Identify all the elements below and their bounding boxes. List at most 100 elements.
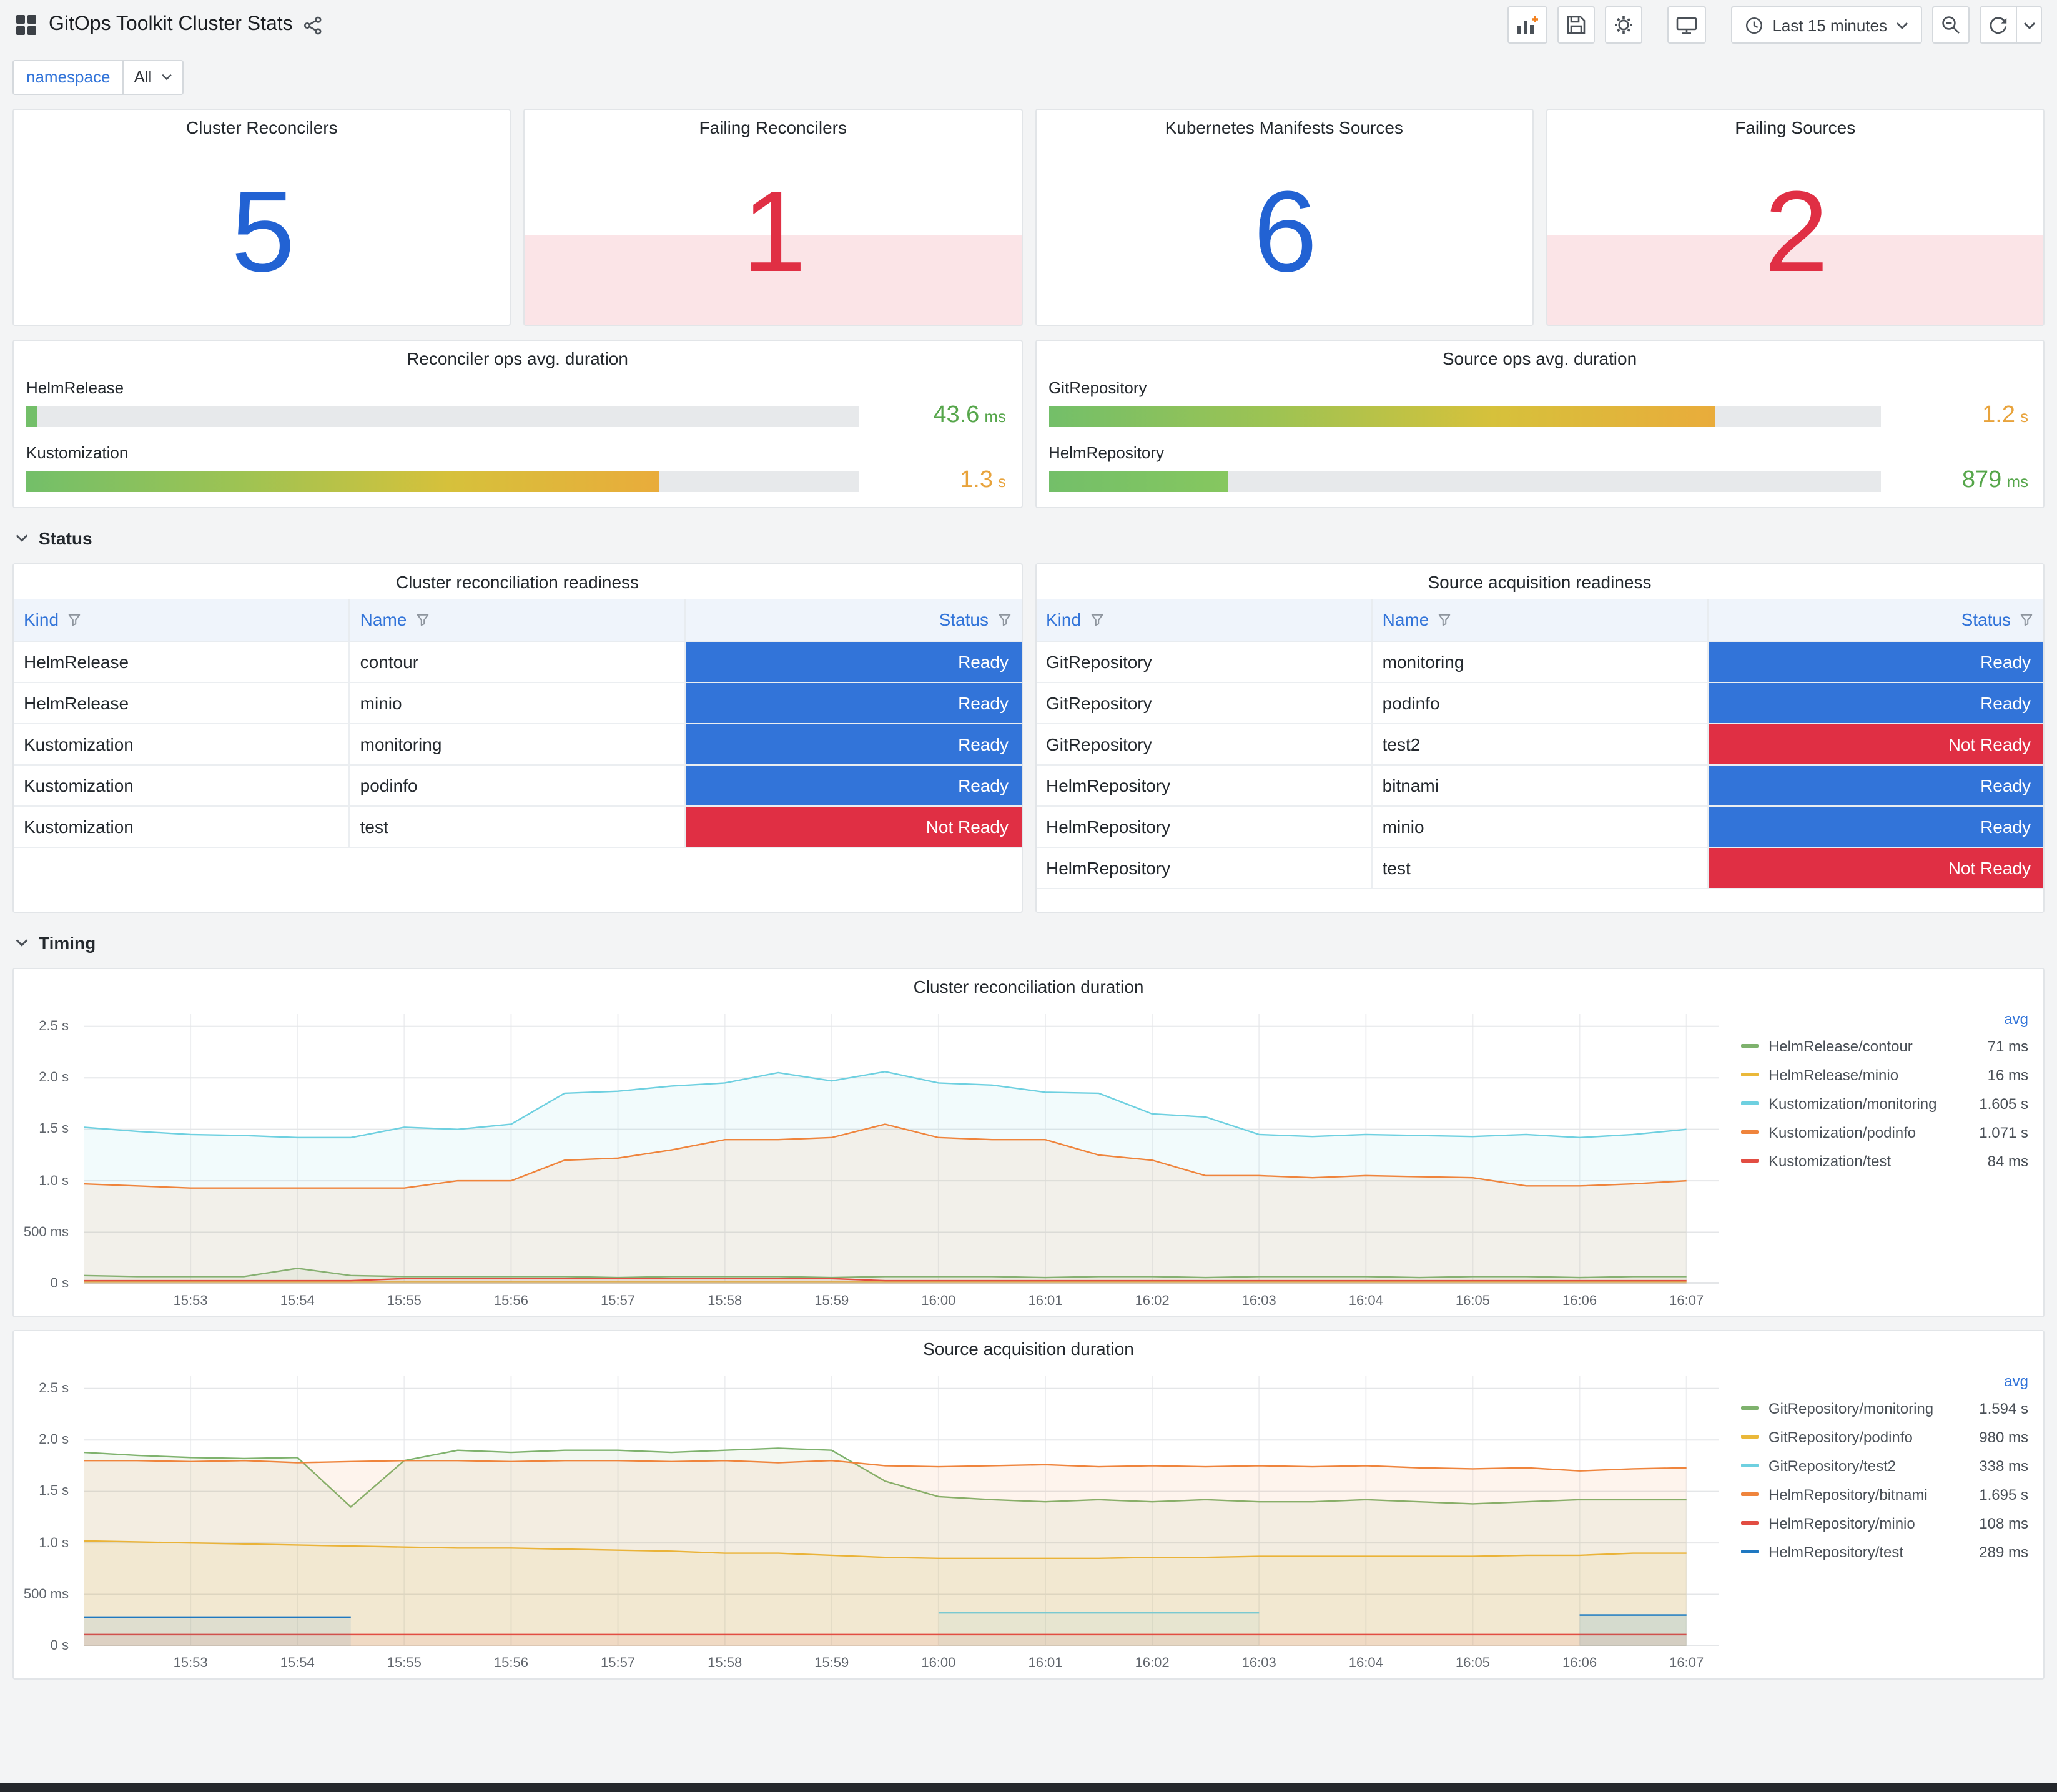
column-header-name[interactable]: Name <box>348 599 686 641</box>
cell-kind: HelmRelease <box>14 641 350 682</box>
tv-mode-button[interactable] <box>1667 6 1707 44</box>
series-color-swatch <box>1741 1406 1759 1410</box>
x-axis-label: 16:01 <box>1028 1294 1063 1309</box>
series-avg-value: 84 ms <box>1987 1152 2028 1169</box>
chevron-down-icon <box>16 534 28 542</box>
x-axis-label: 15:54 <box>280 1294 315 1309</box>
y-axis: 0 s 500 ms 1.0 s 1.5 s 2.0 s 2.5 s <box>19 1014 79 1291</box>
table-header-row: Kind Name Status <box>14 599 1021 641</box>
refresh-interval-dropdown[interactable] <box>2017 6 2042 44</box>
series-name: Kustomization/monitoring <box>1768 1095 1937 1112</box>
plot-area[interactable] <box>83 1376 1719 1646</box>
time-range-picker[interactable]: Last 15 minutes <box>1731 6 1922 44</box>
cell-kind: Kustomization <box>14 805 350 847</box>
legend-item[interactable]: HelmRepository/test 289 ms <box>1741 1537 2028 1566</box>
filter-icon[interactable] <box>67 613 81 627</box>
variable-label-namespace[interactable]: namespace <box>12 60 124 95</box>
cell-kind: HelmRepository <box>1036 764 1373 806</box>
monitor-icon <box>1677 16 1697 34</box>
section-header-timing[interactable]: Timing <box>15 929 2042 957</box>
legend-item[interactable]: Kustomization/podinfo 1.071 s <box>1741 1118 2028 1146</box>
gauge-value: 879 ms <box>1961 467 2028 493</box>
legend-item[interactable]: HelmRelease/minio 16 ms <box>1741 1060 2028 1089</box>
legend-item[interactable]: Kustomization/monitoring 1.605 s <box>1741 1089 2028 1118</box>
series-avg-value: 980 ms <box>1979 1428 2028 1445</box>
stat-panel-failing-reconcilers: Failing Reconcilers 1 <box>523 109 1022 326</box>
add-panel-button[interactable] <box>1507 6 1548 44</box>
column-header-name[interactable]: Name <box>1371 599 1709 641</box>
legend-item[interactable]: Kustomization/test 84 ms <box>1741 1146 2028 1175</box>
filter-icon[interactable] <box>2020 613 2033 627</box>
series-color-swatch <box>1741 1521 1759 1525</box>
plot-canvas[interactable] <box>83 1014 1719 1284</box>
x-axis-label: 16:01 <box>1028 1656 1063 1671</box>
cell-name: bitnami <box>1371 764 1709 806</box>
panel-title[interactable]: Source acquisition duration <box>14 1331 2043 1366</box>
x-axis-label: 15:53 <box>173 1294 208 1309</box>
column-header-kind[interactable]: Kind <box>1036 599 1373 641</box>
zoom-out-button[interactable] <box>1932 6 1970 44</box>
section-label: Timing <box>39 933 96 953</box>
gauge-label: HelmRelease <box>26 378 124 397</box>
x-axis: 15:53 15:54 15:55 15:56 15:57 15:58 15:59 16:00… <box>84 1289 1719 1311</box>
bottom-strip <box>0 1783 2057 1792</box>
save-dashboard-button[interactable] <box>1557 6 1596 44</box>
series-name: HelmRelease/minio <box>1768 1066 1899 1083</box>
column-header-status[interactable]: Status <box>684 599 1021 641</box>
variable-value-dropdown[interactable]: All <box>124 60 184 95</box>
share-icon[interactable] <box>304 16 323 34</box>
panel-title[interactable]: Source ops avg. duration <box>1036 341 2043 376</box>
series-name: HelmRepository/test <box>1768 1543 1904 1560</box>
clock-icon <box>1746 16 1763 34</box>
panel-title[interactable]: Cluster reconciliation readiness <box>14 564 1021 599</box>
legend-item[interactable]: GitRepository/podinfo 980 ms <box>1741 1422 2028 1451</box>
x-axis-label: 15:58 <box>708 1656 742 1671</box>
plot-canvas[interactable] <box>83 1376 1719 1646</box>
column-header-status[interactable]: Status <box>1707 599 2043 641</box>
dashboard-settings-button[interactable] <box>1605 6 1643 44</box>
x-axis-label: 15:55 <box>387 1656 422 1671</box>
legend-item[interactable]: HelmRepository/bitnami 1.695 s <box>1741 1480 2028 1509</box>
dashboard-grid-icon[interactable] <box>15 14 37 36</box>
x-axis-label: 16:05 <box>1455 1294 1490 1309</box>
series-name: GitRepository/test2 <box>1768 1457 1897 1474</box>
panel-title[interactable]: Source acquisition readiness <box>1036 564 2043 599</box>
gauge-label: HelmRepository <box>1048 443 1164 462</box>
legend-item[interactable]: HelmRepository/minio 108 ms <box>1741 1509 2028 1537</box>
x-axis-label: 16:02 <box>1135 1656 1170 1671</box>
refresh-button[interactable] <box>1980 6 2017 44</box>
panel-title[interactable]: Reconciler ops avg. duration <box>14 341 1021 376</box>
legend-avg-header[interactable]: avg <box>1741 1369 2028 1394</box>
column-header-kind[interactable]: Kind <box>14 599 350 641</box>
status-badge: Ready <box>684 682 1021 724</box>
filter-icon[interactable] <box>1438 613 1451 627</box>
section-header-status[interactable]: Status <box>15 524 2042 552</box>
filter-icon[interactable] <box>997 613 1011 627</box>
series-color-swatch <box>1741 1044 1759 1048</box>
legend-item[interactable]: HelmRelease/contour 71 ms <box>1741 1031 2028 1060</box>
stat-value: 5 <box>231 168 295 295</box>
y-axis-label: 500 ms <box>23 1587 69 1602</box>
filter-icon[interactable] <box>1090 613 1103 627</box>
plot-area[interactable] <box>83 1014 1719 1284</box>
cell-kind: GitRepository <box>1036 723 1373 765</box>
x-axis-label: 15:59 <box>814 1656 849 1671</box>
table-row: HelmRelease minio Ready <box>14 682 1021 724</box>
table-row: GitRepository podinfo Ready <box>1036 682 2043 724</box>
legend-item[interactable]: GitRepository/monitoring 1.594 s <box>1741 1394 2028 1422</box>
panel-title[interactable]: Cluster reconciliation duration <box>14 969 2043 1004</box>
stat-value: 6 <box>1253 168 1317 295</box>
y-axis-label: 1.0 s <box>39 1173 69 1189</box>
cell-name: podinfo <box>1371 682 1709 724</box>
section-label: Status <box>39 528 92 548</box>
legend-avg-header[interactable]: avg <box>1741 1007 2028 1031</box>
legend-item[interactable]: GitRepository/test2 338 ms <box>1741 1451 2028 1480</box>
series-avg-value: 338 ms <box>1979 1457 2028 1474</box>
legend: avg HelmRelease/contour 71 ms HelmRelease/… <box>1724 1007 2036 1311</box>
cell-name: monitoring <box>348 723 686 765</box>
chevron-down-icon <box>161 74 172 81</box>
gauge-fill <box>1048 405 1715 426</box>
tables-row: Cluster reconciliation readiness Kind Nam… <box>12 563 2045 913</box>
filter-icon[interactable] <box>415 613 429 627</box>
template-variables-row: namespace All <box>12 60 2042 95</box>
